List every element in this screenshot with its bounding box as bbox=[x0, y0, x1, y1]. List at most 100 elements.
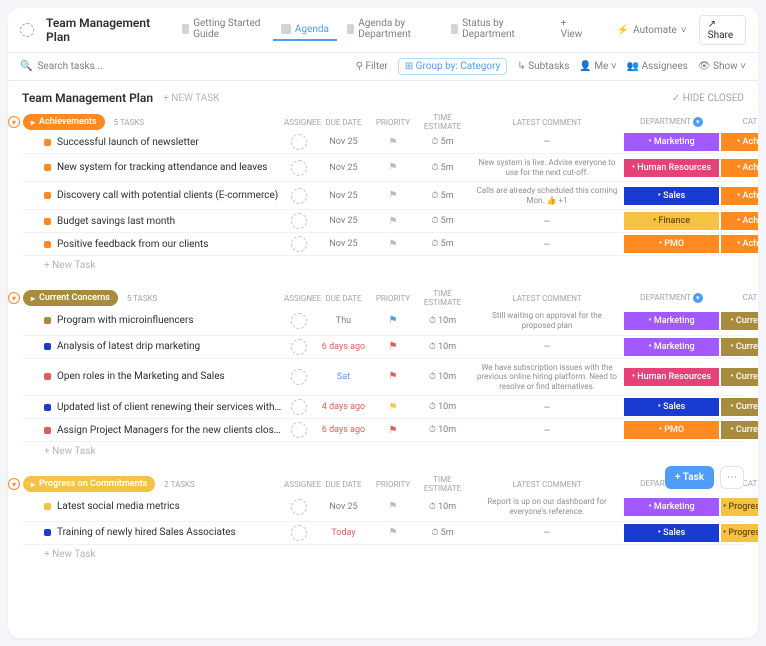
category-tag[interactable]: • Current Concerns bbox=[721, 398, 758, 416]
time-estimate[interactable]: ⏱ 5m bbox=[415, 191, 470, 201]
task-row[interactable]: Successful launch of newsletterNov 25⚑⏱ … bbox=[22, 131, 744, 154]
group-chip[interactable]: ▸Progress on Commitments bbox=[23, 476, 155, 492]
task-row[interactable]: Analysis of latest drip marketing6 days … bbox=[22, 336, 744, 359]
priority-flag[interactable]: ⚑ bbox=[373, 425, 413, 436]
priority-flag[interactable]: ⚑ bbox=[373, 501, 413, 512]
category-tag[interactable]: • Achievements bbox=[721, 235, 758, 253]
task-row[interactable]: Updated list of client renewing their se… bbox=[22, 396, 744, 419]
category-tag[interactable]: • Current Concerns bbox=[721, 368, 758, 386]
hide-closed-button[interactable]: ✓ HIDE CLOSED bbox=[672, 93, 744, 104]
collapse-icon[interactable]: ▾ bbox=[8, 116, 20, 128]
task-row[interactable]: New system for tracking attendance and l… bbox=[22, 154, 744, 182]
task-row[interactable]: Open roles in the Marketing and SalesSat… bbox=[22, 359, 744, 397]
priority-flag[interactable]: ⚑ bbox=[373, 137, 413, 148]
time-estimate[interactable]: ⏱ 10m bbox=[415, 402, 470, 412]
subtasks-button[interactable]: ↳ Subtasks bbox=[517, 61, 569, 72]
department-tag[interactable]: • Marketing bbox=[624, 312, 719, 330]
add-view-button[interactable]: + View bbox=[553, 14, 593, 46]
search-input[interactable]: 🔍 Search tasks... bbox=[20, 61, 103, 72]
view-tab-getting-started-guide[interactable]: Getting Started Guide bbox=[174, 14, 271, 46]
department-tag[interactable]: • Marketing bbox=[624, 338, 719, 356]
due-date[interactable]: Nov 25 bbox=[316, 216, 371, 226]
due-date[interactable]: Nov 25 bbox=[316, 163, 371, 173]
time-estimate[interactable]: ⏱ 5m bbox=[415, 216, 470, 226]
view-tab-agenda-by-department[interactable]: Agenda by Department bbox=[339, 14, 441, 46]
assignee-avatar[interactable] bbox=[291, 236, 307, 252]
due-date[interactable]: Nov 25 bbox=[316, 191, 371, 201]
due-date[interactable]: Nov 25 bbox=[316, 137, 371, 147]
collapse-icon[interactable]: ▾ bbox=[8, 478, 20, 490]
task-row[interactable]: Positive feedback from our clientsNov 25… bbox=[22, 233, 744, 256]
assignee-avatar[interactable] bbox=[291, 339, 307, 355]
group-chip[interactable]: ▸Current Concerns bbox=[23, 290, 118, 306]
assignee-avatar[interactable] bbox=[291, 399, 307, 415]
department-tag[interactable]: • Human Resources bbox=[624, 368, 719, 386]
me-button[interactable]: 👤 Me ˅ bbox=[579, 61, 616, 72]
assignees-button[interactable]: 👥 Assignees bbox=[627, 61, 688, 72]
priority-flag[interactable]: ⚑ bbox=[373, 527, 413, 538]
collapse-icon[interactable]: ▾ bbox=[8, 292, 20, 304]
time-estimate[interactable]: ⏱ 5m bbox=[415, 163, 470, 173]
category-tag[interactable]: • Achievements bbox=[721, 133, 758, 151]
filter-button[interactable]: ⚲ Filter bbox=[356, 61, 388, 72]
group-chip[interactable]: ▸Achievements bbox=[23, 114, 105, 130]
priority-flag[interactable]: ⚑ bbox=[373, 216, 413, 227]
due-date[interactable]: Nov 25 bbox=[316, 502, 371, 512]
time-estimate[interactable]: ⏱ 5m bbox=[415, 137, 470, 147]
department-tag[interactable]: • Sales bbox=[624, 524, 719, 542]
department-tag[interactable]: • Finance bbox=[624, 212, 719, 230]
category-tag[interactable]: • Achievements bbox=[721, 212, 758, 230]
category-tag[interactable]: • Current Concerns bbox=[721, 338, 758, 356]
assignee-avatar[interactable] bbox=[291, 525, 307, 541]
task-row[interactable]: Discovery call with potential clients (E… bbox=[22, 182, 744, 210]
assignee-avatar[interactable] bbox=[291, 213, 307, 229]
new-task-button[interactable]: + NEW TASK bbox=[163, 93, 219, 104]
more-fab[interactable]: ⋯ bbox=[720, 466, 744, 489]
category-tag[interactable]: • Achievements bbox=[721, 159, 758, 177]
task-row[interactable]: Training of newly hired Sales Associates… bbox=[22, 522, 744, 545]
priority-flag[interactable]: ⚑ bbox=[373, 402, 413, 413]
department-tag[interactable]: • Sales bbox=[624, 187, 719, 205]
settings-icon[interactable] bbox=[20, 23, 34, 37]
priority-flag[interactable]: ⚑ bbox=[373, 190, 413, 201]
priority-flag[interactable]: ⚑ bbox=[373, 315, 413, 326]
due-date[interactable]: 6 days ago bbox=[316, 425, 371, 435]
category-tag[interactable]: • Current Concerns bbox=[721, 312, 758, 330]
due-date[interactable]: Today bbox=[316, 528, 371, 538]
time-estimate[interactable]: ⏱ 10m bbox=[415, 372, 470, 382]
assignee-avatar[interactable] bbox=[291, 313, 307, 329]
assignee-avatar[interactable] bbox=[291, 134, 307, 150]
due-date[interactable]: Nov 25 bbox=[316, 239, 371, 249]
due-date[interactable]: 6 days ago bbox=[316, 342, 371, 352]
priority-flag[interactable]: ⚑ bbox=[373, 341, 413, 352]
priority-flag[interactable]: ⚑ bbox=[373, 162, 413, 173]
time-estimate[interactable]: ⏱ 10m bbox=[415, 502, 470, 512]
new-task-fab[interactable]: + Task bbox=[665, 466, 714, 489]
category-tag[interactable]: • Current Concerns bbox=[721, 421, 758, 439]
view-tab-agenda[interactable]: Agenda bbox=[273, 20, 337, 41]
assignee-avatar[interactable] bbox=[291, 499, 307, 515]
priority-flag[interactable]: ⚑ bbox=[373, 371, 413, 382]
time-estimate[interactable]: ⏱ 10m bbox=[415, 342, 470, 352]
due-date[interactable]: Sat bbox=[316, 372, 371, 382]
category-tag[interactable]: • Progress on Commit... bbox=[721, 498, 758, 516]
time-estimate[interactable]: ⏱ 5m bbox=[415, 528, 470, 538]
task-row[interactable]: Assign Project Managers for the new clie… bbox=[22, 419, 744, 442]
department-tag[interactable]: • Human Resources bbox=[624, 159, 719, 177]
share-button[interactable]: ↗ Share bbox=[699, 15, 746, 45]
automate-button[interactable]: ⚡ Automate ˅ bbox=[617, 25, 687, 36]
assignee-avatar[interactable] bbox=[291, 160, 307, 176]
assignee-avatar[interactable] bbox=[291, 188, 307, 204]
department-tag[interactable]: • PMO bbox=[624, 421, 719, 439]
priority-flag[interactable]: ⚑ bbox=[373, 239, 413, 250]
due-date[interactable]: Thu bbox=[316, 316, 371, 326]
task-row[interactable]: Budget savings last monthNov 25⚑⏱ 5m–• F… bbox=[22, 210, 744, 233]
time-estimate[interactable]: ⏱ 10m bbox=[415, 425, 470, 435]
view-tab-status-by-department[interactable]: Status by Department bbox=[443, 14, 541, 46]
category-tag[interactable]: • Achievements bbox=[721, 187, 758, 205]
time-estimate[interactable]: ⏱ 5m bbox=[415, 239, 470, 249]
new-task-row[interactable]: + New Task bbox=[22, 442, 744, 461]
assignee-avatar[interactable] bbox=[291, 369, 307, 385]
group-by-button[interactable]: ⊞ Group by: Category bbox=[398, 58, 508, 75]
show-button[interactable]: 👁 Show ˅ bbox=[698, 61, 746, 72]
